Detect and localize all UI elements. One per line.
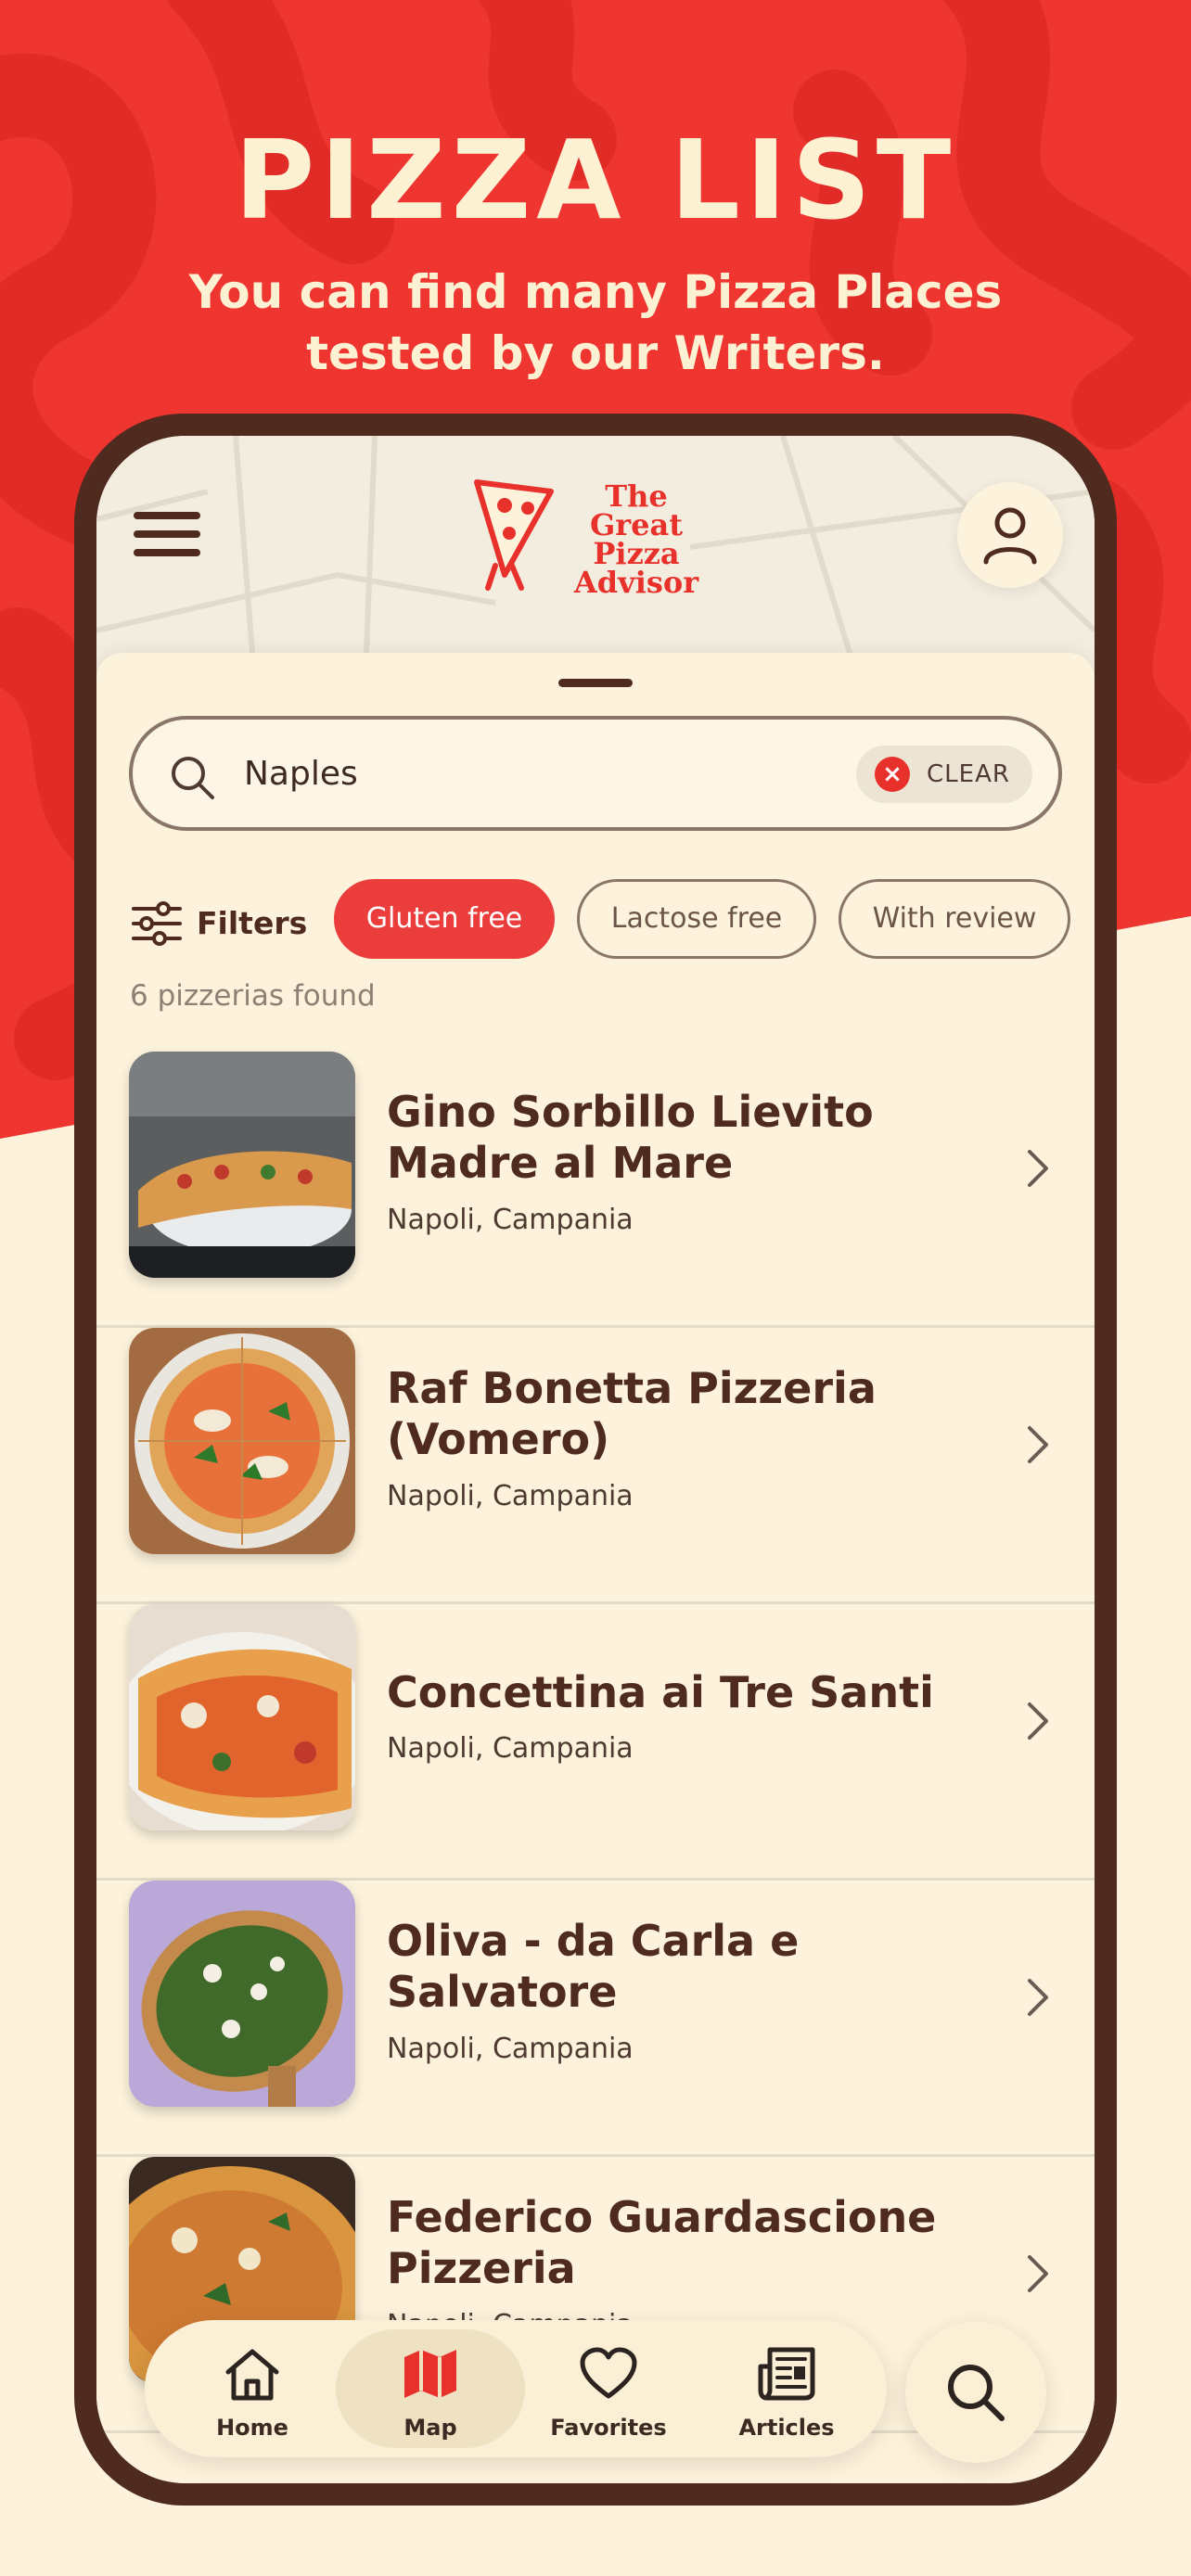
pizzeria-name-line: Concettina ai Tre Santi [387, 1667, 934, 1717]
pizzeria-location: Napoli, Campania [387, 2033, 634, 2065]
menu-bar [134, 530, 200, 538]
tab-label: Favorites [550, 2415, 667, 2441]
map-icon [404, 2350, 456, 2398]
close-icon: × [875, 757, 910, 792]
pizza-thumbnail [129, 1052, 355, 1278]
chevron-right-icon [1028, 2255, 1048, 2292]
pizzeria-location: Napoli, Campania [387, 1204, 634, 1236]
newspaper-icon [758, 2347, 815, 2401]
chevron-right-icon [1028, 1426, 1048, 1463]
pizzeria-name-line: Gino Sorbillo Lievito [387, 1087, 874, 1137]
pizzeria-name-line: Oliva - da Carla e [387, 1916, 800, 1966]
heart-icon [580, 2347, 637, 2399]
pizzeria-name-line: Salvatore [387, 1967, 618, 2017]
promo-headline: PIZZA LIST [234, 116, 957, 244]
list-item[interactable]: Gino Sorbillo Lievito Madre al Mare Napo… [96, 1052, 1095, 1328]
pizza-thumbnail [129, 1604, 355, 1830]
promo-subline-line-2: tested by our Writers. [306, 326, 885, 380]
list-item[interactable]: Oliva - da Carla e Salvatore Napoli, Cam… [96, 1881, 1095, 2157]
pizzeria-name: Raf Bonetta Pizzeria (Vomero) [387, 1363, 999, 1465]
results-sheet: × CLEAR Filters Gluten free Lactose free [96, 653, 1095, 2483]
app-screen: The Great Pizza Advisor × [96, 436, 1095, 2483]
chevron-right-icon [1028, 1979, 1048, 2016]
tab-label: Map [403, 2415, 457, 2441]
search-icon [172, 757, 214, 799]
filters-button[interactable]: Filters [132, 896, 317, 951]
tab-label: Home [216, 2415, 288, 2441]
pizzeria-name-line: Madre al Mare [387, 1138, 734, 1188]
results-count: 6 pizzerias found [130, 979, 376, 1013]
sheet-drag-handle[interactable] [558, 679, 633, 687]
filters-label: Filters [197, 905, 308, 941]
user-icon [983, 507, 1037, 565]
tab-label: Articles [738, 2415, 835, 2441]
pizzeria-list: Gino Sorbillo Lievito Madre al Mare Napo… [96, 1052, 1095, 2433]
hamburger-menu-button[interactable] [134, 512, 200, 564]
chip-lactose-free[interactable]: Lactose free [577, 879, 816, 959]
search-input[interactable] [244, 746, 800, 801]
phone-frame: The Great Pizza Advisor × [74, 414, 1117, 2506]
app-logo: The Great Pizza Advisor [467, 473, 727, 603]
chevron-right-icon [1028, 1702, 1048, 1740]
tab-home[interactable]: Home [158, 2329, 347, 2448]
logo-word: Advisor [573, 565, 699, 600]
pizza-mascot-icon [474, 479, 554, 591]
pizzeria-name-line: (Vomero) [387, 1414, 610, 1464]
bottom-tab-bar: Home Map Favorites Articles [145, 2320, 887, 2457]
tab-favorites[interactable]: Favorites [514, 2329, 703, 2448]
chip-gluten-free[interactable]: Gluten free [334, 879, 555, 959]
pizzeria-name-line: Raf Bonetta Pizzeria [387, 1363, 877, 1413]
promo-subline-line-1: You can find many Pizza Places [188, 265, 1003, 319]
home-icon [225, 2349, 279, 2401]
pizzeria-location: Napoli, Campania [387, 1480, 634, 1512]
tab-articles[interactable]: Articles [692, 2329, 881, 2448]
pizza-thumbnail [129, 1328, 355, 1554]
clear-search-button[interactable]: × CLEAR [856, 746, 1032, 803]
pizzeria-name-line: Federico Guardascione [387, 2192, 937, 2242]
logo-wordmark: The Great Pizza Advisor [553, 481, 720, 600]
promo-subline: You can find many Pizza Places tested by… [0, 261, 1191, 384]
pizzeria-name: Oliva - da Carla e Salvatore [387, 1916, 999, 2018]
search-icon [948, 2365, 1005, 2421]
tab-map[interactable]: Map [336, 2329, 525, 2448]
search-fab-button[interactable] [905, 2322, 1046, 2463]
list-item[interactable]: Raf Bonetta Pizzeria (Vomero) Napoli, Ca… [96, 1328, 1095, 1604]
chevron-right-icon [1028, 1150, 1048, 1187]
pizzeria-location: Napoli, Campania [387, 1732, 634, 1765]
pizzeria-name: Federico Guardascione Pizzeria [387, 2192, 999, 2294]
search-bar: × CLEAR [129, 716, 1062, 831]
menu-bar [134, 549, 200, 556]
menu-bar [134, 512, 200, 519]
sliders-icon [132, 901, 182, 946]
chip-with-review[interactable]: With review [839, 879, 1070, 959]
clear-label: CLEAR [927, 760, 1010, 788]
pizzeria-name: Gino Sorbillo Lievito Madre al Mare [387, 1087, 999, 1189]
pizzeria-name: Concettina ai Tre Santi [387, 1667, 999, 1718]
pizzeria-name-line: Pizzeria [387, 2243, 576, 2293]
list-item[interactable]: Concettina ai Tre Santi Napoli, Campania [96, 1604, 1095, 1881]
pizza-thumbnail [129, 1881, 355, 2107]
profile-button[interactable] [957, 482, 1063, 588]
